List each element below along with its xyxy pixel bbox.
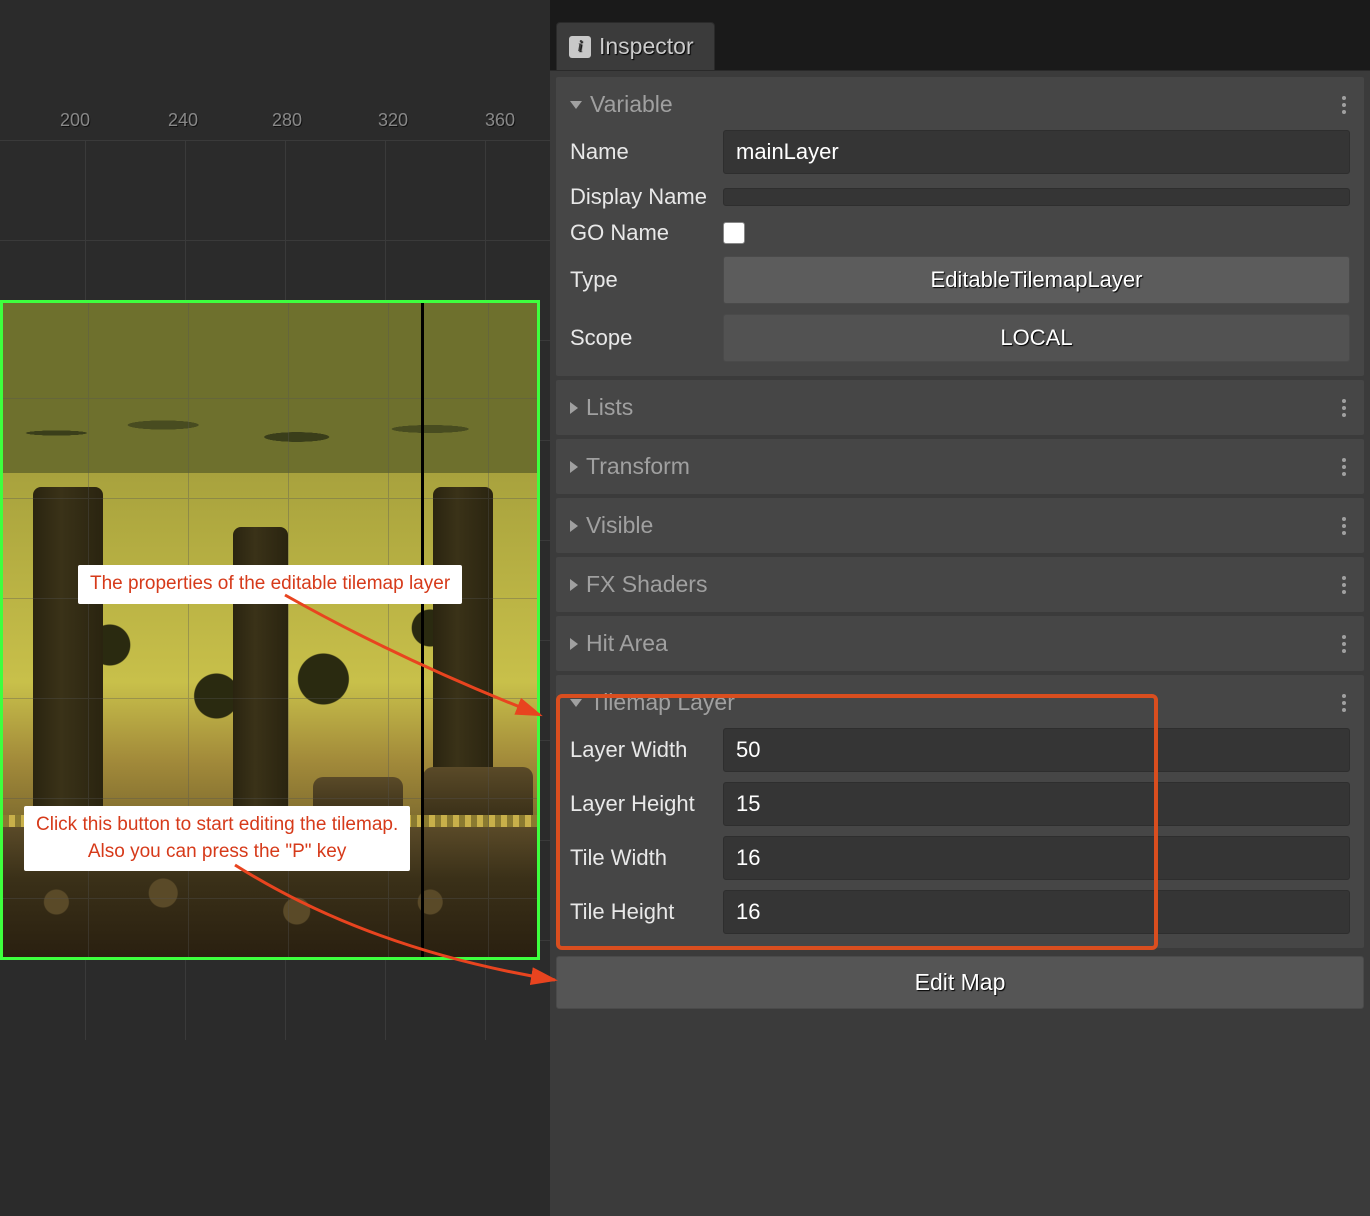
input-tile-width[interactable]: 16 — [723, 836, 1350, 880]
section-title-text: Transform — [586, 453, 690, 480]
label-display-name: Display Name — [570, 184, 715, 210]
tab-inspector[interactable]: i Inspector — [556, 22, 715, 70]
section-header-variable[interactable]: Variable — [570, 91, 1350, 118]
label-tile-width: Tile Width — [570, 845, 715, 871]
ruler-tick: 240 — [168, 110, 198, 131]
ruler-tick: 360 — [485, 110, 515, 131]
section-header-transform[interactable]: Transform — [570, 453, 1350, 480]
section-title-text: FX Shaders — [586, 571, 707, 598]
ruler-horizontal: 200 240 280 320 360 — [0, 100, 550, 165]
chevron-down-icon — [570, 699, 582, 707]
kebab-icon[interactable] — [1338, 572, 1350, 598]
scene-canvas[interactable]: 200 240 280 320 360 — [0, 0, 550, 1216]
kebab-icon[interactable] — [1338, 513, 1350, 539]
kebab-icon[interactable] — [1338, 454, 1350, 480]
button-type[interactable]: EditableTilemapLayer — [723, 256, 1350, 304]
section-title-text: Lists — [586, 394, 633, 421]
section-title-text: Hit Area — [586, 630, 668, 657]
section-header-visible[interactable]: Visible — [570, 512, 1350, 539]
kebab-icon[interactable] — [1338, 631, 1350, 657]
kebab-icon[interactable] — [1338, 690, 1350, 716]
checkbox-go-name[interactable] — [723, 222, 745, 244]
kebab-icon[interactable] — [1338, 395, 1350, 421]
ruler-tick: 320 — [378, 110, 408, 131]
info-icon: i — [569, 36, 591, 58]
label-layer-height: Layer Height — [570, 791, 715, 817]
input-layer-height[interactable]: 15 — [723, 782, 1350, 826]
chevron-right-icon — [570, 402, 578, 414]
inspector-pane: i Inspector Variable Name mainLayer — [550, 0, 1370, 1216]
button-scope[interactable]: LOCAL — [723, 314, 1350, 362]
section-title-text: Tilemap Layer — [590, 689, 735, 716]
section-transform: Transform — [556, 439, 1364, 494]
section-title-text: Variable — [590, 91, 673, 118]
kebab-icon[interactable] — [1338, 92, 1350, 118]
label-type: Type — [570, 267, 715, 293]
section-header-fx-shaders[interactable]: FX Shaders — [570, 571, 1350, 598]
chevron-down-icon — [570, 101, 582, 109]
section-visible: Visible — [556, 498, 1364, 553]
edit-map-button[interactable]: Edit Map — [556, 956, 1364, 1009]
tab-label: Inspector — [599, 33, 694, 60]
section-hit-area: Hit Area — [556, 616, 1364, 671]
chevron-right-icon — [570, 520, 578, 532]
label-scope: Scope — [570, 325, 715, 351]
input-display-name[interactable] — [723, 188, 1350, 206]
annotation-callout-properties: The properties of the editable tilemap l… — [78, 565, 462, 604]
chevron-right-icon — [570, 638, 578, 650]
input-name[interactable]: mainLayer — [723, 130, 1350, 174]
input-layer-width[interactable]: 50 — [723, 728, 1350, 772]
chevron-right-icon — [570, 579, 578, 591]
ruler-tick: 200 — [60, 110, 90, 131]
section-header-hit-area[interactable]: Hit Area — [570, 630, 1350, 657]
ruler-tick: 280 — [272, 110, 302, 131]
input-tile-height[interactable]: 16 — [723, 890, 1350, 934]
label-name: Name — [570, 139, 715, 165]
section-tilemap-layer: Tilemap Layer Layer Width 50 Layer Heigh… — [556, 675, 1364, 948]
label-go-name: GO Name — [570, 220, 715, 246]
section-lists: Lists — [556, 380, 1364, 435]
annotation-callout-edit-button: Click this button to start editing the t… — [24, 806, 410, 871]
section-fx-shaders: FX Shaders — [556, 557, 1364, 612]
section-header-lists[interactable]: Lists — [570, 394, 1350, 421]
section-variable: Variable Name mainLayer Display Name GO … — [556, 77, 1364, 376]
section-title-text: Visible — [586, 512, 653, 539]
label-layer-width: Layer Width — [570, 737, 715, 763]
section-header-tilemap-layer[interactable]: Tilemap Layer — [570, 689, 1350, 716]
chevron-right-icon — [570, 461, 578, 473]
label-tile-height: Tile Height — [570, 899, 715, 925]
